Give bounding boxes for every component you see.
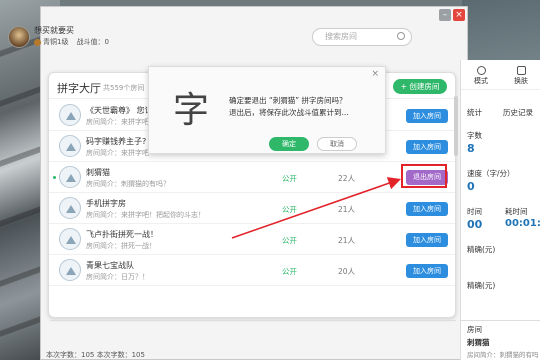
lobby-scrollbar[interactable] (454, 96, 458, 156)
room-row[interactable]: 青果七宝战队 房间简介：日万？！ 公开 20人 加入房间 (49, 256, 455, 286)
room-icon (59, 228, 81, 250)
room-icon (59, 135, 81, 157)
room-desc: 房间简介：来拼字吧 (86, 149, 149, 157)
rank-medal-icon (34, 38, 41, 46)
search-icon[interactable] (397, 32, 405, 40)
search-placeholder: 搜索房间 (325, 32, 357, 41)
room-name: 刺猬猫 (86, 168, 110, 177)
room-icon (59, 166, 81, 188)
room-name: 手机拼字房 (86, 199, 126, 208)
room-desc: 房间简介：拼死一战！ (86, 242, 156, 250)
room-row[interactable]: 手机拼字房 房间简介：来拼字吧！把起你的斗志！ 公开 21人 加入房间 (49, 194, 455, 224)
current-room-name: 刺猬猫 (467, 338, 490, 347)
cancel-button[interactable]: 取消 (317, 137, 357, 151)
current-room-desc: 房间简介：刺猬猫的有吗 (467, 351, 539, 359)
room-desc: 房间简介：来拼字吧... (86, 118, 156, 126)
elapsed-label: 耗时间 (505, 207, 528, 216)
confirm-exit-dialog: × 字 确定要退出 “刺猬猫” 拼字房间吗？ 退出后，将保存此次战斗值累计到..… (148, 66, 386, 154)
room-icon (59, 197, 81, 219)
room-count: 共559个房间 (103, 84, 145, 92)
room-visibility: 公开 (282, 205, 297, 214)
avatar[interactable] (8, 26, 30, 48)
search-input[interactable]: 搜索房间 (312, 28, 412, 46)
dialog-logo-glyph: 字 (173, 90, 210, 131)
stats-tabs: 统计 历史记录 (461, 104, 540, 118)
room-name: 青果七宝战队 (86, 261, 134, 270)
mode-toggle[interactable]: 模式 (474, 66, 488, 86)
create-room-button[interactable]: + 创建房间 (393, 79, 447, 94)
stats-toolbar: 模式 换肤 (461, 60, 540, 90)
dialog-message: 确定要退出 “刺猬猫” 拼字房间吗？ (229, 96, 347, 105)
points-text: 战斗值：0 (76, 38, 109, 46)
time-label: 时间 (467, 207, 482, 216)
rank-badge: 青铜1级 战斗值：0 (34, 37, 109, 47)
room-desc: 房间简介：日万？！ (86, 273, 149, 281)
room-row[interactable]: 飞卢扑街拼死一战！ 房间简介：拼死一战！ 公开 21人 加入房间 (49, 225, 455, 255)
shirt-icon (516, 66, 526, 75)
highlight-annotation-box (401, 164, 447, 188)
room-member-count: 21人 (338, 236, 356, 245)
room-desc: 房间简介：刺猬猫的有吗？ (86, 180, 170, 188)
dialog-message-detail: 退出后，将保存此次战斗值累计到... (229, 108, 349, 117)
tab-stats[interactable]: 统计 (467, 107, 482, 118)
current-room-card: 房间 刺猬猫 房间简介：刺猬猫的有吗 (461, 320, 540, 360)
mode-label: 模式 (474, 77, 488, 85)
room-icon (59, 104, 81, 126)
skin-toggle[interactable]: 换肤 (514, 66, 528, 86)
rank-label: 精确(元) (467, 245, 496, 254)
join-room-button[interactable]: 加入房间 (406, 140, 448, 154)
room-member-count: 21人 (338, 205, 356, 214)
join-room-button[interactable]: 加入房间 (406, 233, 448, 247)
lobby-title: 拼字大厅 (57, 82, 101, 95)
room-row-active[interactable]: 刺猬猫 房间简介：刺猬猫的有吗？ 公开 22人 退出房间 (49, 163, 455, 193)
join-room-button[interactable]: 加入房间 (406, 109, 448, 123)
tab-history[interactable]: 历史记录 (503, 107, 533, 118)
room-icon (59, 259, 81, 281)
wordcount-value: 8 (467, 142, 475, 155)
status-bar: 本次字数：105 本次字数：105 (46, 351, 145, 359)
minimize-button[interactable]: – (439, 9, 451, 21)
stats-panel: 模式 换肤 统计 历史记录 字数 8 速度（字/分） 0 时间 耗时间 00 0… (460, 60, 540, 360)
room-desc: 房间简介：来拼字吧！把起你的斗志！ (86, 211, 205, 219)
room-member-count: 20人 (338, 267, 356, 276)
time-value: 00 (467, 218, 483, 231)
skin-label: 换肤 (514, 77, 528, 85)
speed-label: 速度（字/分） (467, 169, 515, 178)
room-visibility: 公开 (282, 174, 297, 183)
window-controls: – × (439, 9, 465, 21)
username: 想买就要买 (34, 26, 74, 35)
room-visibility: 公开 (282, 267, 297, 276)
room-name: 码字赚钱养主子? (86, 137, 147, 146)
wordcount-label: 字数 (467, 131, 482, 140)
rank-text: 青铜1级 (43, 38, 69, 46)
dialog-close-icon[interactable]: × (371, 69, 379, 79)
speed-value: 0 (467, 180, 475, 193)
room-name: 飞卢扑街拼死一战！ (86, 230, 158, 239)
elapsed-value: 00:01:3 (505, 218, 540, 229)
join-room-button[interactable]: 加入房间 (406, 202, 448, 216)
join-room-button[interactable]: 加入房间 (406, 264, 448, 278)
refresh-icon (476, 66, 486, 75)
confirm-button[interactable]: 确定 (269, 137, 309, 151)
active-indicator (53, 176, 56, 179)
room-label: 房间 (467, 325, 482, 334)
close-button[interactable]: × (453, 9, 465, 21)
divider (50, 320, 456, 321)
money-label: 精确(元) (467, 281, 496, 290)
room-visibility: 公开 (282, 236, 297, 245)
room-member-count: 22人 (338, 174, 356, 183)
